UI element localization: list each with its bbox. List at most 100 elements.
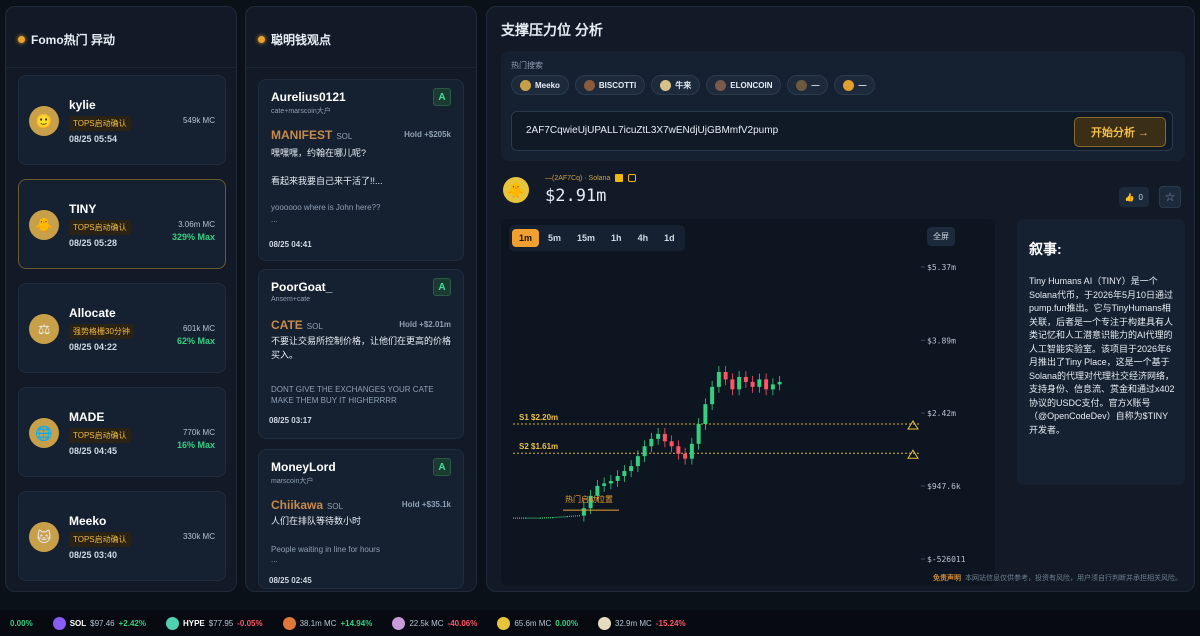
start-analysis-button[interactable]: 开始分析 →: [1074, 117, 1166, 147]
comment-text: 人们在排队等待数小时: [271, 516, 362, 526]
ticker-price: $97.46: [90, 618, 115, 628]
timeframe-1h[interactable]: 1h: [604, 229, 629, 247]
price-line-segment: [553, 516, 568, 519]
ticker-change: -40.06%: [447, 618, 478, 628]
search-box: 热门搜索 Meeko BISCOTTI 牛来 ELONCOIN — — 2AF7Cqwie…: [501, 51, 1185, 161]
fomo-time: 08/25 05:28: [69, 238, 118, 248]
divider: [246, 67, 476, 68]
token-avatar-icon: ⚖: [29, 314, 59, 344]
smart-money-panel: 聪明钱观点 Aurelius0121 cate+marscoin大户 A MANIFE…: [245, 6, 477, 592]
timeframe-1d[interactable]: 1d: [657, 229, 682, 247]
ticker-item[interactable]: SOL $97.46 +2.42%: [43, 616, 156, 630]
copy-icon[interactable]: [628, 174, 637, 182]
candle-body: [683, 453, 688, 459]
ticker-item[interactable]: HYPE $77.95 -0.05%: [156, 616, 273, 630]
grade-badge: A: [433, 458, 451, 476]
hot-search-chips: Meeko BISCOTTI 牛来 ELONCOIN — —: [511, 75, 876, 95]
token-chip-icon: [796, 79, 808, 91]
chain-label: SOL: [336, 132, 353, 141]
timeframe-5m[interactable]: 5m: [541, 229, 568, 247]
token-name[interactable]: CATE SOL: [271, 318, 323, 332]
bullet-dot-icon: [18, 36, 25, 43]
token-avatar-icon: 🙂: [29, 106, 59, 136]
fullscreen-button[interactable]: 全屏: [927, 227, 955, 246]
ticker-item[interactable]: 0.00%: [0, 619, 43, 628]
candle-body: [703, 404, 708, 424]
bullet-dot-icon: [258, 36, 265, 43]
hot-search-chip[interactable]: 牛来: [651, 75, 701, 95]
warning-triangle-icon: [907, 420, 919, 430]
candle-body: [615, 475, 620, 481]
fomo-card[interactable]: 🙂 kylie TOPS启动确认 08/25 05:54 549k MC: [18, 75, 226, 165]
candle-body: [669, 441, 674, 447]
hot-search-chip[interactable]: BISCOTTI: [574, 75, 646, 95]
ticker-item[interactable]: 22.5k MC -40.06%: [382, 616, 487, 630]
fomo-token-name: kylie: [69, 98, 96, 112]
candle-body: [750, 381, 755, 387]
market-cap: 549k MC: [182, 116, 215, 125]
candle-body: [757, 379, 762, 387]
comment-text: 不要让交易所控制价格，让他们在更高的价格买入。: [271, 336, 452, 360]
comment-ellipsis: ...: [271, 215, 278, 224]
max-gain: 329% Max: [171, 232, 215, 242]
trader-name[interactable]: MoneyLord: [271, 460, 336, 474]
hold-amount: Hold +$2.01m: [399, 320, 451, 329]
hot-search-chip[interactable]: —: [787, 75, 829, 95]
comment-ellipsis: ...: [271, 555, 278, 564]
y-tick-label: $947.6k: [927, 482, 961, 491]
timeframe-4h[interactable]: 4h: [631, 229, 656, 247]
fomo-time: 08/25 03:40: [69, 550, 118, 560]
signal-badge: TOPS启动确认: [69, 116, 131, 131]
token-name[interactable]: Chiikawa SOL: [271, 498, 343, 512]
candle-body: [770, 384, 775, 390]
timeframe-1m[interactable]: 1m: [512, 229, 540, 247]
fomo-card[interactable]: 🐥 TINY TOPS启动确认 08/25 05:28 3.06m MC 329% Max: [18, 179, 226, 269]
ticker-item[interactable]: 65.6m MC 0.00%: [487, 616, 588, 630]
ticker-price: 65.6m MC: [514, 618, 552, 628]
smart-money-card[interactable]: Aurelius0121 cate+marscoin大户 A MANIFEST SOL H…: [258, 79, 464, 261]
market-cap: 330k MC: [182, 532, 215, 541]
ticker-change: -0.05%: [237, 618, 263, 628]
ticker-item[interactable]: 38.1m MC +14.94%: [273, 616, 383, 630]
ticker-item[interactable]: 32.9m MC -15.24%: [588, 616, 696, 630]
smart-money-card[interactable]: PoorGoat_ Ansem+cate A CATE SOL Hold +$2.01m 不…: [258, 269, 464, 439]
hold-amount: Hold +$205k: [404, 130, 451, 139]
token-avatar-icon: 🐥: [503, 177, 529, 203]
y-tick-label: $-526011: [927, 555, 966, 564]
timeframe-15m[interactable]: 15m: [570, 229, 602, 247]
favorite-star-icon[interactable]: ☆: [1159, 186, 1181, 208]
token-avatar-icon: 🐱: [29, 522, 59, 552]
token-chip-icon: [843, 79, 855, 91]
ticker-token-icon: [282, 616, 296, 630]
fomo-token-name: Allocate: [69, 306, 116, 320]
candle-body: [710, 386, 715, 405]
binance-icon[interactable]: [615, 174, 624, 182]
fomo-card[interactable]: 🐱 Meeko TOPS启动确认 08/25 03:40 330k MC: [18, 491, 226, 581]
disclaimer: 免责声明 本网站信息仅供参考，投资有风险，用户须自行判断并承担相关风险。: [933, 573, 1182, 583]
disclaimer-link[interactable]: 免责声明: [933, 575, 961, 582]
token-name[interactable]: MANIFEST SOL: [271, 128, 352, 142]
like-button[interactable]: 👍 0: [1118, 187, 1149, 207]
price-ticker: 0.00% SOL $97.46 +2.42% HYPE $77.95 -0.05% 38.1…: [0, 610, 1200, 636]
y-tick-label: $3.89m: [927, 336, 956, 345]
hot-search-chip[interactable]: —: [834, 75, 876, 95]
hot-search-chip[interactable]: Meeko: [511, 75, 569, 95]
price-chart: $5.37m $3.89m $2.42m $947.6k $-526011 S1 $2.2…: [501, 219, 995, 585]
address-input[interactable]: 2AF7CqwieUjUPALL7icuZtL3X7wENdjUjGBMmfV2…: [511, 111, 1173, 151]
ticker-token-icon: [392, 616, 406, 630]
fomo-card[interactable]: ⚖ Allocate 强势格栅30分钟 08/25 04:22 601k MC 62% M…: [18, 283, 226, 373]
trader-name[interactable]: PoorGoat_: [271, 280, 332, 294]
ticker-change: +14.94%: [340, 618, 373, 628]
grade-badge: A: [433, 278, 451, 296]
token-chip-icon: [715, 79, 727, 91]
smart-money-card[interactable]: MoneyLord marscoin大户 A Chiikawa SOL Hold +$35…: [258, 449, 464, 589]
hot-search-chip[interactable]: ELONCOIN: [706, 75, 782, 95]
chain-label: SOL: [327, 502, 344, 511]
trader-name[interactable]: Aurelius0121: [271, 90, 346, 104]
ticker-token-icon: [497, 616, 511, 630]
narrative-card: 叙事: Tiny Humans AI（TINY）是一个Solana代币，于202…: [1017, 219, 1185, 485]
candle-body: [649, 438, 654, 447]
chip-label: 牛来: [675, 80, 692, 90]
fomo-card[interactable]: 🌐 MADE TOPS启动确认 08/25 04:45 770k MC 16% Max: [18, 387, 226, 477]
chain-label: SOL: [306, 322, 323, 331]
